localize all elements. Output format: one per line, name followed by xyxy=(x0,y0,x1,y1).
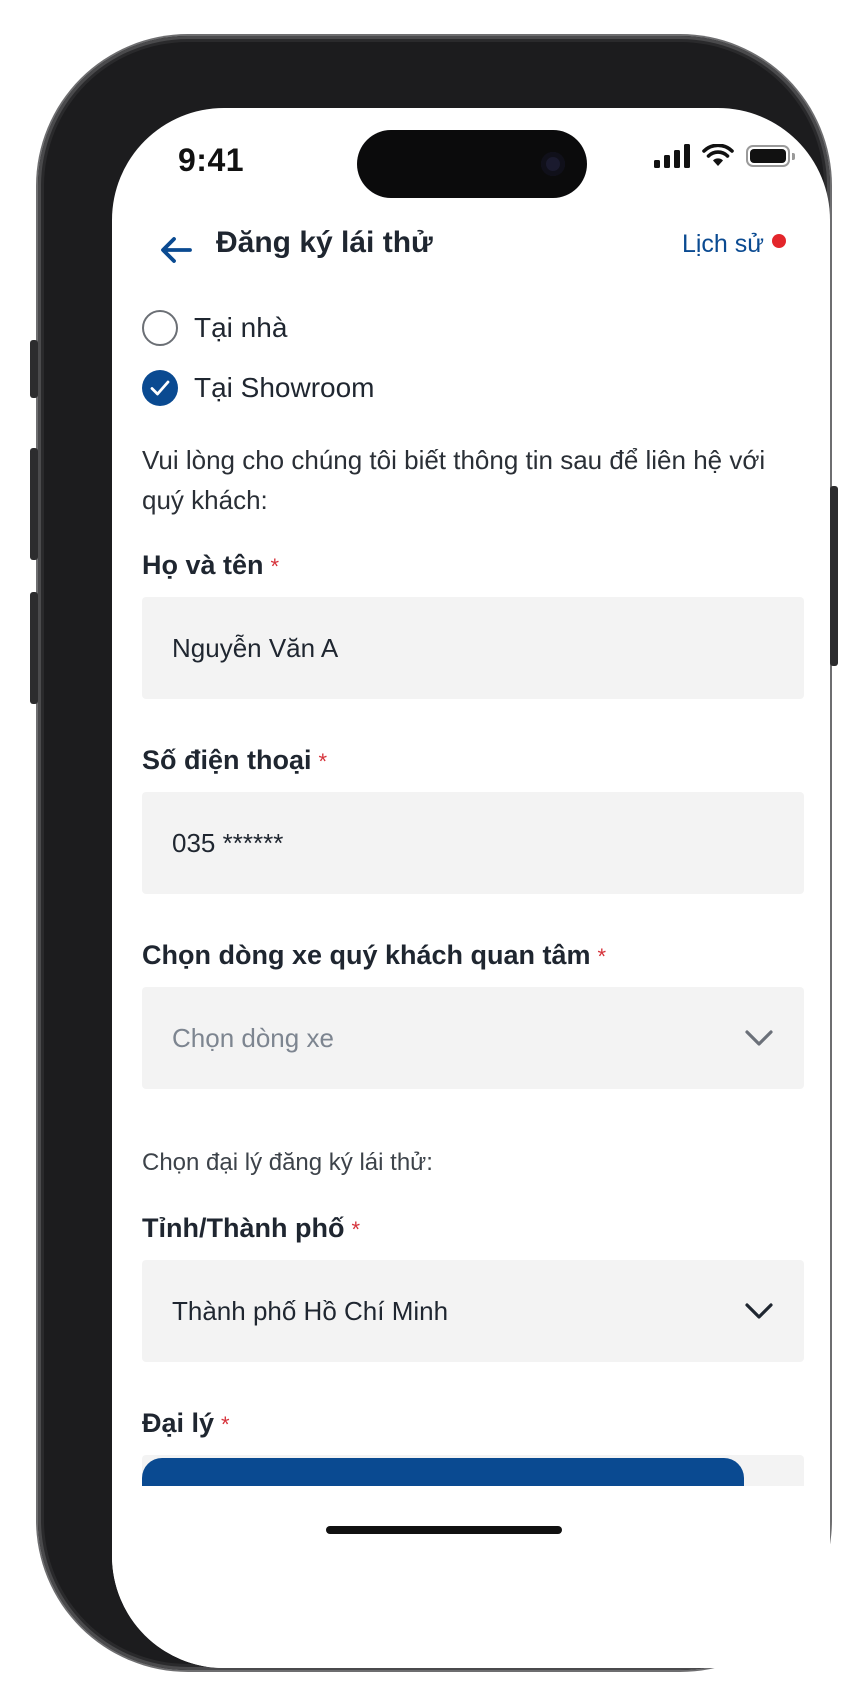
car-label: Chọn dòng xe quý khách quan tâm * xyxy=(142,940,804,971)
dealer-label: Đại lý * xyxy=(142,1408,804,1439)
home-indicator xyxy=(326,1526,562,1534)
back-arrow-icon[interactable] xyxy=(156,230,196,270)
required-mark: * xyxy=(351,1217,361,1242)
dealer-section-label: Chọn đại lý đăng ký lái thử: xyxy=(142,1149,433,1176)
phone-label: Số điện thoại * xyxy=(142,745,804,776)
city-label: Tỉnh/Thành phố * xyxy=(142,1213,804,1244)
phone-field[interactable]: 035 ****** xyxy=(142,792,804,894)
app-screen: 9:41 Đăng ký lái thử Lịch sử Tại nhà Tại… xyxy=(112,108,830,1668)
front-camera xyxy=(541,152,565,176)
action-button xyxy=(30,340,38,398)
app-header: Đăng ký lái thử Lịch sử xyxy=(112,200,830,300)
wifi-icon xyxy=(702,144,734,166)
volume-up-button xyxy=(30,448,38,560)
chevron-down-icon xyxy=(745,1030,773,1046)
phone-frame: 9:41 Đăng ký lái thử Lịch sử Tại nhà Tại… xyxy=(30,36,838,1670)
dealer-label-text: Đại lý xyxy=(142,1408,215,1438)
bottom-safe-area xyxy=(112,1486,830,1668)
dynamic-island xyxy=(357,130,587,198)
radio-checked-icon xyxy=(142,370,178,406)
intro-text: Vui lòng cho chúng tôi biết thông tin sa… xyxy=(142,445,766,515)
car-model-select[interactable]: Chọn dòng xe xyxy=(142,987,804,1089)
option-home-label: Tại nhà xyxy=(194,312,288,343)
notification-dot xyxy=(772,233,786,248)
option-showroom[interactable]: Tại Showroom xyxy=(142,358,804,418)
phone-label-text: Số điện thoại xyxy=(142,745,312,775)
cellular-signal-icon xyxy=(654,144,690,168)
required-mark: * xyxy=(597,944,607,969)
history-link[interactable]: Lịch sử xyxy=(682,230,786,259)
form-content: Tại nhà Tại Showroom Vui lòng cho chúng … xyxy=(142,298,804,1495)
power-button xyxy=(830,486,838,666)
page-title: Đăng ký lái thử xyxy=(216,226,433,259)
name-label-text: Họ và tên xyxy=(142,550,264,580)
name-field[interactable]: Nguyễn Văn A xyxy=(142,597,804,699)
radio-unchecked-icon xyxy=(142,310,178,346)
required-mark: * xyxy=(270,554,280,579)
city-label-text: Tỉnh/Thành phố xyxy=(142,1213,345,1243)
car-model-placeholder: Chọn dòng xe xyxy=(172,1022,334,1053)
option-showroom-label: Tại Showroom xyxy=(194,372,375,403)
required-mark: * xyxy=(318,749,328,774)
chevron-down-icon xyxy=(745,1303,773,1319)
option-home[interactable]: Tại nhà xyxy=(142,298,804,358)
name-value: Nguyễn Văn A xyxy=(172,632,339,663)
phone-value: 035 ****** xyxy=(172,827,284,858)
status-indicators xyxy=(654,144,795,168)
city-select[interactable]: Thành phố Hồ Chí Minh xyxy=(142,1260,804,1362)
name-label: Họ và tên * xyxy=(142,550,804,581)
status-time: 9:41 xyxy=(178,142,245,178)
battery-icon xyxy=(746,145,795,167)
history-label: Lịch sử xyxy=(681,230,764,258)
city-value: Thành phố Hồ Chí Minh xyxy=(172,1295,449,1326)
required-mark: * xyxy=(221,1412,230,1437)
volume-down-button xyxy=(30,592,38,704)
car-label-text: Chọn dòng xe quý khách quan tâm xyxy=(142,940,591,970)
